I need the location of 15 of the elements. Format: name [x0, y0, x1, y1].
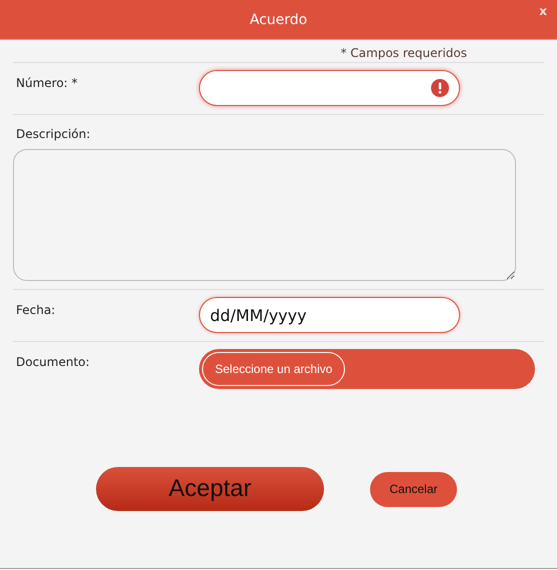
- required-note: * Campos requeridos: [340, 46, 467, 60]
- accept-button[interactable]: Aceptar: [96, 467, 324, 511]
- error-icon: [431, 79, 449, 97]
- cancel-button[interactable]: Cancelar: [370, 472, 457, 506]
- date-field[interactable]: dd/MM/yyyy: [199, 297, 460, 333]
- field-label: Documento:: [15, 354, 91, 371]
- close-button[interactable]: x: [537, 4, 549, 18]
- file-field[interactable]: Seleccione un archivo: [199, 349, 535, 389]
- input-field[interactable]: [199, 70, 460, 106]
- choose-file-button[interactable]: Seleccione un archivo: [202, 352, 346, 386]
- field-label: Número: *: [15, 75, 79, 92]
- field-label: Fecha:: [15, 302, 56, 319]
- description-field[interactable]: [13, 149, 516, 281]
- window-title: Acuerdo: [250, 12, 308, 28]
- field-label: Descripción:: [15, 126, 92, 143]
